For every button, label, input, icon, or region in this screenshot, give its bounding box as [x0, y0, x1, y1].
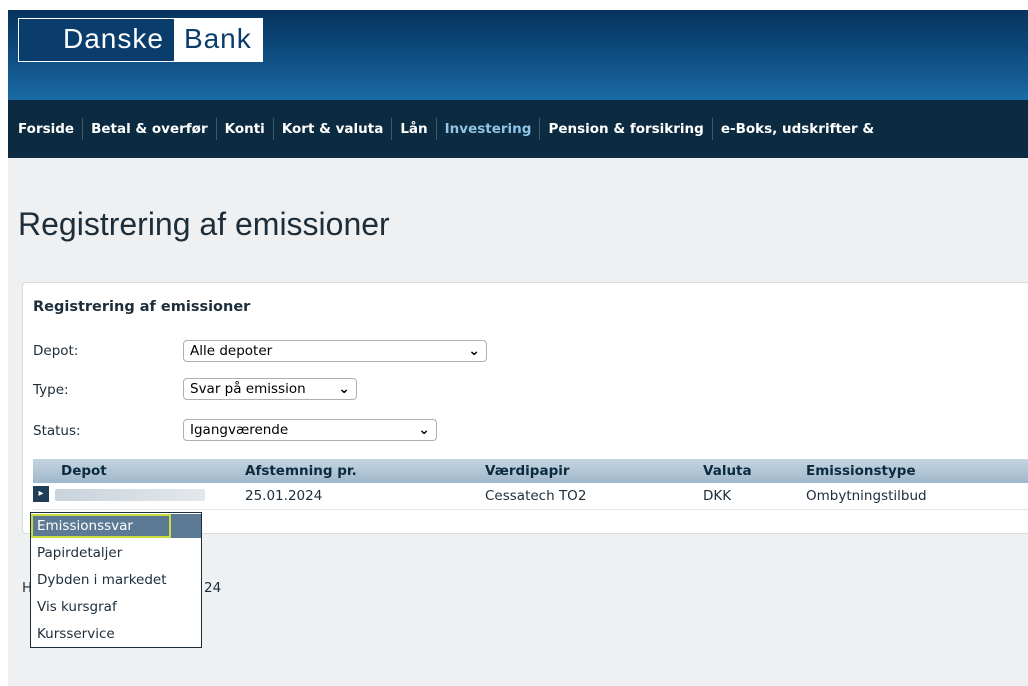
panel-title: Registrering af emissioner	[33, 299, 251, 315]
cell-afstemning: 25.01.2024	[245, 488, 323, 504]
app-frame: Danske Bank Forside Betal & overfør Kont…	[8, 10, 1028, 686]
nav-item-betal-overfoer[interactable]: Betal & overfør	[83, 118, 217, 140]
danske-bank-logo[interactable]: Danske Bank	[18, 18, 263, 62]
main-nav: Forside Betal & overfør Konti Kort & val…	[8, 100, 1028, 158]
row-context-menu: Emissionssvar Papirdetaljer Dybden i mar…	[30, 512, 202, 648]
menu-item-kursservice[interactable]: Kursservice	[31, 622, 201, 646]
depot-select-value: Alle depoter	[190, 343, 273, 359]
col-header-vaerdipapir[interactable]: Værdipapir	[485, 463, 570, 479]
chevron-down-icon: ⌄	[468, 343, 480, 359]
type-label: Type:	[33, 382, 69, 398]
col-header-valuta[interactable]: Valuta	[703, 463, 752, 479]
chevron-down-icon: ⌄	[418, 422, 430, 438]
menu-item-label: Kursservice	[37, 626, 115, 642]
depot-number-redacted	[55, 489, 205, 501]
depot-select[interactable]: Alle depoter ⌄	[183, 340, 487, 362]
emission-panel: Registrering af emissioner Depot: Alle d…	[22, 282, 1028, 534]
cell-vaerdipapir: Cessatech TO2	[485, 488, 587, 504]
col-header-depot[interactable]: Depot	[61, 463, 107, 479]
table-header: Depot Afstemning pr. Værdipapir Valuta E…	[33, 459, 1028, 483]
type-select[interactable]: Svar på emission ⌄	[183, 378, 357, 400]
depot-label: Depot:	[33, 343, 79, 359]
type-select-value: Svar på emission	[190, 381, 306, 397]
table-row[interactable]: ▸ 25.01.2024 Cessatech TO2 DKK Ombytning…	[33, 483, 1028, 510]
col-header-emissionstype[interactable]: Emissionstype	[806, 463, 916, 479]
menu-item-vis-kursgraf[interactable]: Vis kursgraf	[31, 595, 201, 619]
nav-item-konti[interactable]: Konti	[217, 118, 274, 140]
nav-item-eboks-udskrifter[interactable]: e-Boks, udskrifter &	[713, 118, 882, 140]
chevron-down-icon: ⌄	[338, 381, 350, 397]
row-menu-toggle-icon[interactable]: ▸	[33, 486, 49, 502]
cell-valuta: DKK	[703, 488, 732, 504]
status-label: Status:	[33, 423, 81, 439]
nav-item-pension-forsikring[interactable]: Pension & forsikring	[540, 118, 713, 140]
page-title: Registrering af emissioner	[18, 206, 390, 242]
menu-item-dybden-i-markedet[interactable]: Dybden i markedet	[31, 568, 201, 592]
status-select-value: Igangværende	[190, 422, 289, 438]
menu-item-label: Papirdetaljer	[37, 545, 123, 561]
status-select[interactable]: Igangværende ⌄	[183, 419, 437, 441]
logo-text-right: Bank	[173, 19, 262, 61]
nav-item-forside[interactable]: Forside	[8, 118, 84, 140]
col-header-afstemning[interactable]: Afstemning pr.	[245, 463, 357, 479]
menu-item-label: Dybden i markedet	[37, 572, 167, 588]
cell-emissionstype: Ombytningstilbud	[806, 488, 927, 504]
nav-item-investering[interactable]: Investering	[437, 118, 541, 140]
hidden-text-right: 24	[204, 580, 222, 596]
nav-item-kort-valuta[interactable]: Kort & valuta	[274, 118, 393, 140]
menu-item-emissionssvar[interactable]: Emissionssvar	[31, 514, 201, 538]
nav-item-laan[interactable]: Lån	[392, 118, 437, 140]
logo-text-left: Danske	[19, 19, 174, 61]
menu-item-label: Emissionssvar	[37, 518, 133, 534]
menu-item-label: Vis kursgraf	[37, 599, 117, 615]
menu-item-papirdetaljer[interactable]: Papirdetaljer	[31, 541, 201, 565]
header: Danske Bank	[8, 10, 1028, 100]
